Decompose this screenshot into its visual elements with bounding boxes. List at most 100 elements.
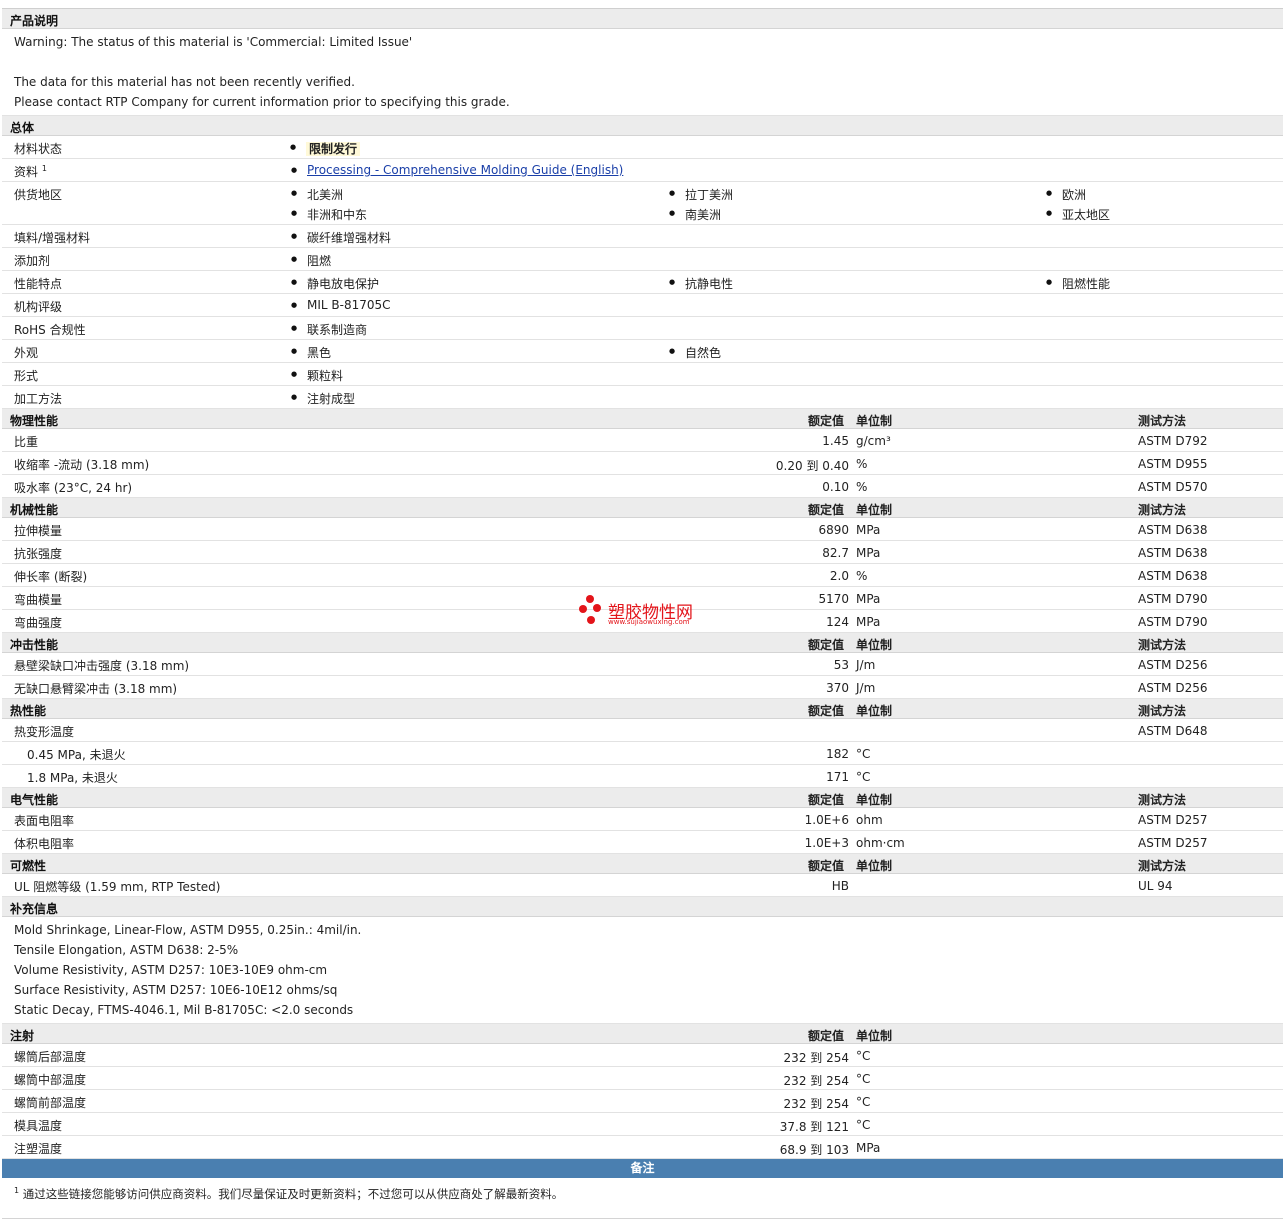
property-label: 伸长率 (断裂)	[14, 570, 88, 584]
column-header-method: 测试方法	[1138, 793, 1187, 807]
test-method: ASTM D257	[1138, 836, 1208, 850]
table-row: 螺筒前部温度 232 到 254 °C	[2, 1090, 1283, 1113]
footnote-text: 1 通过这些链接您能够访问供应商资料。我们尽量保证及时更新资料；不过您可以从供应…	[14, 1186, 563, 1202]
table-row: 热变形温度 ASTM D648	[2, 719, 1283, 742]
column-header-method: 测试方法	[1138, 704, 1187, 718]
property-label: 螺筒后部温度	[14, 1050, 87, 1064]
supplement-line: Static Decay, FTMS-4046.1, Mil B-81705C:…	[14, 1003, 354, 1017]
table-row: 体积电阻率 1.0E+3 ohm·cm ASTM D257	[2, 831, 1283, 854]
test-method: ASTM D638	[1138, 546, 1208, 560]
section-header-mechanical: 机械性能 额定值 单位制 测试方法	[2, 498, 1283, 518]
section-title: 注射	[10, 1029, 35, 1043]
property-value: 370	[826, 681, 849, 695]
list-item: MIL B-81705C	[291, 298, 391, 312]
column-header-value: 额定值	[808, 638, 845, 652]
general-row: 机构评级 MIL B-81705C	[2, 294, 1283, 317]
column-header-unit: 单位制	[856, 859, 893, 873]
property-label: 螺筒中部温度	[14, 1073, 87, 1087]
list-item: 抗静电性	[669, 275, 733, 292]
section-title: 物理性能	[10, 414, 59, 428]
general-row: RoHS 合规性 联系制造商	[2, 317, 1283, 340]
property-unit: ohm·cm	[856, 836, 905, 850]
section-header-supplement: 补充信息	[2, 897, 1283, 917]
general-row: 形式 颗粒料	[2, 363, 1283, 386]
property-value: 37.8 到 121	[779, 1120, 849, 1134]
property-value: 5170	[818, 592, 849, 606]
row-label: 材料状态	[14, 142, 63, 156]
column-header-unit: 单位制	[856, 414, 893, 428]
property-label: 悬壁梁缺口冲击强度 (3.18 mm)	[14, 659, 190, 673]
column-header-value: 额定值	[808, 1029, 845, 1043]
list-item: 限制发行	[290, 140, 361, 157]
description-line: The data for this material has not been …	[14, 75, 355, 89]
property-label: 拉伸模量	[14, 524, 63, 538]
property-unit: %	[856, 480, 868, 494]
property-value: 1.0E+6	[804, 813, 849, 827]
property-label: 1.8 MPa, 未退火	[27, 771, 118, 785]
general-row: 供货地区 北美洲 拉丁美洲 欧洲 非洲和中东 南美洲 亚太地区	[2, 182, 1283, 225]
property-unit: °C	[856, 1095, 871, 1109]
test-method: ASTM D256	[1138, 658, 1208, 672]
column-header-method: 测试方法	[1138, 859, 1187, 873]
list-item: 阻燃性能	[1046, 275, 1110, 292]
footnote-body: 通过这些链接您能够访问供应商资料。我们尽量保证及时更新资料；不过您可以从供应商处…	[22, 1187, 564, 1201]
row-label: 性能特点	[14, 277, 63, 291]
general-row: 性能特点 静电放电保护 抗静电性 阻燃性能	[2, 271, 1283, 294]
test-method: ASTM D955	[1138, 457, 1208, 471]
row-label: 加工方法	[14, 392, 63, 406]
section-header-description: 产品说明	[2, 9, 1283, 29]
general-row: 外观 黑色 自然色	[2, 340, 1283, 363]
list-item: 联系制造商	[291, 321, 367, 338]
list-item: 碳纤维增强材料	[291, 229, 391, 246]
section-header-flammability: 可燃性 额定值 单位制 测试方法	[2, 854, 1283, 874]
property-label: 吸水率 (23°C, 24 hr)	[14, 481, 133, 495]
supplement-block: Mold Shrinkage, Linear-Flow, ASTM D955, …	[2, 917, 1283, 1024]
test-method: ASTM D638	[1138, 569, 1208, 583]
property-unit: J/m	[856, 681, 876, 695]
column-header-value: 额定值	[808, 859, 845, 873]
label-text: 资料	[14, 165, 39, 179]
property-unit: MPa	[856, 523, 881, 537]
list-item: 自然色	[669, 344, 721, 361]
description-line	[14, 52, 1271, 72]
list-item: 静电放电保护	[291, 275, 379, 292]
table-row: 比重 1.45 g/cm³ ASTM D792	[2, 429, 1283, 452]
test-method: UL 94	[1138, 879, 1173, 893]
logo-dots-icon	[578, 595, 604, 629]
property-label: 表面电阻率	[14, 814, 75, 828]
column-header-value: 额定值	[808, 704, 845, 718]
description-block: Warning: The status of this material is …	[2, 29, 1283, 116]
property-value: 232 到 254	[783, 1097, 849, 1111]
property-unit: °C	[856, 1049, 871, 1063]
section-header-impact: 冲击性能 额定值 单位制 测试方法	[2, 633, 1283, 653]
table-row: 伸长率 (断裂) 2.0 % ASTM D638	[2, 564, 1283, 587]
description-line: Please contact RTP Company for current i…	[14, 95, 510, 109]
property-label: 比重	[14, 435, 39, 449]
property-label: 热变形温度	[14, 725, 75, 739]
property-unit: MPa	[856, 615, 881, 629]
property-value: 232 到 254	[783, 1074, 849, 1088]
table-row: 表面电阻率 1.0E+6 ohm ASTM D257	[2, 808, 1283, 831]
property-value: 0.20 到 0.40	[775, 459, 849, 473]
property-value: 0.10	[822, 480, 849, 494]
test-method: ASTM D257	[1138, 813, 1208, 827]
section-title: 可燃性	[10, 859, 47, 873]
section-title: 热性能	[10, 704, 47, 718]
property-value: 1.45	[822, 434, 849, 448]
molding-guide-link[interactable]: Processing - Comprehensive Molding Guide…	[307, 163, 623, 177]
section-title: 总体	[10, 121, 35, 135]
table-row: 悬壁梁缺口冲击强度 (3.18 mm) 53 J/m ASTM D256	[2, 653, 1283, 676]
column-header-unit: 单位制	[856, 704, 893, 718]
table-row: 螺筒中部温度 232 到 254 °C	[2, 1067, 1283, 1090]
general-row: 添加剂 阻燃	[2, 248, 1283, 271]
property-value: 82.7	[822, 546, 849, 560]
row-label: 外观	[14, 346, 39, 360]
property-label: 体积电阻率	[14, 837, 75, 851]
column-header-unit: 单位制	[856, 638, 893, 652]
row-label: RoHS 合规性	[14, 323, 86, 337]
property-label: 收缩率 -流动 (3.18 mm)	[14, 458, 150, 472]
table-row: 收缩率 -流动 (3.18 mm) 0.20 到 0.40 % ASTM D95…	[2, 452, 1283, 475]
column-header-method: 测试方法	[1138, 414, 1187, 428]
section-title: 补充信息	[10, 902, 59, 916]
list-item: 黑色	[291, 344, 331, 361]
